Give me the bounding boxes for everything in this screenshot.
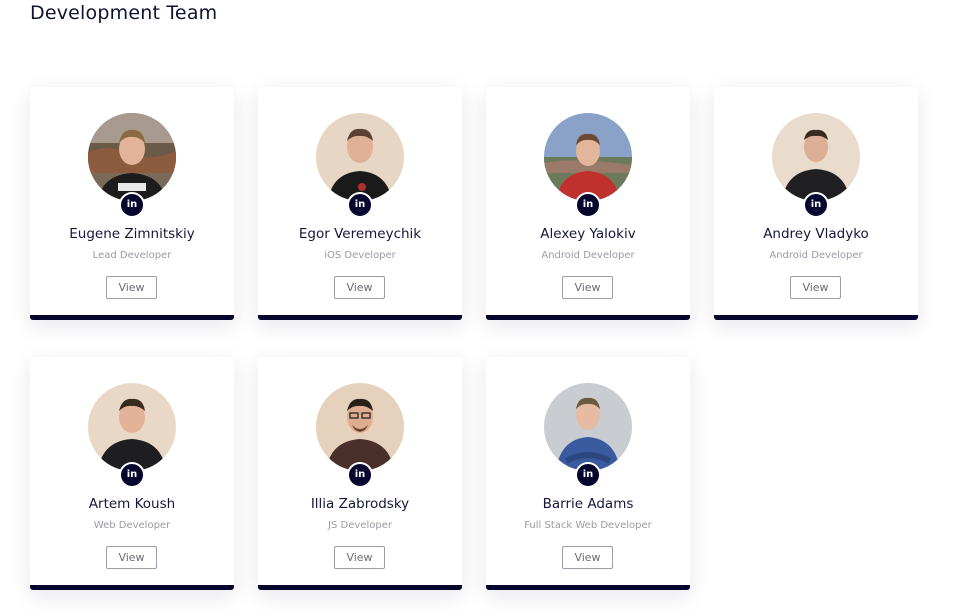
development-team-page: Development Team in Eugene Zimnitskiy Le…: [0, 0, 958, 611]
member-photo: [772, 113, 860, 201]
member-photo: [316, 113, 404, 201]
view-button[interactable]: View: [790, 276, 841, 299]
member-name: Alexey Yalokiv: [540, 226, 636, 242]
member-name: Barrie Adams: [542, 496, 634, 512]
member-name: Egor Veremeychik: [298, 226, 422, 242]
member-name: Illia Zabrodsky: [310, 496, 410, 512]
linkedin-icon[interactable]: in: [119, 192, 145, 218]
member-role: iOS Developer: [324, 250, 396, 261]
member-role: Android Developer: [769, 250, 863, 261]
team-card: in Egor Veremeychik iOS Developer View: [258, 87, 462, 320]
member-role: Lead Developer: [92, 250, 172, 261]
member-photo: [544, 383, 632, 471]
team-card: in Barrie Adams Full Stack Web Developer…: [486, 357, 690, 590]
member-photo: [88, 113, 176, 201]
linkedin-icon[interactable]: in: [575, 192, 601, 218]
team-card: in Eugene Zimnitskiy Lead Developer View: [30, 87, 234, 320]
team-card: in Illia Zabrodsky JS Developer View: [258, 357, 462, 590]
view-button[interactable]: View: [562, 546, 613, 569]
member-role: JS Developer: [328, 520, 392, 531]
linkedin-icon[interactable]: in: [119, 462, 145, 488]
linkedin-icon[interactable]: in: [803, 192, 829, 218]
member-name: Artem Koush: [88, 496, 176, 512]
member-name: Eugene Zimnitskiy: [69, 226, 195, 242]
view-button[interactable]: View: [562, 276, 613, 299]
member-name: Andrey Vladyko: [763, 226, 869, 242]
section-title: Development Team: [30, 2, 218, 24]
member-photo: [544, 113, 632, 201]
linkedin-icon[interactable]: in: [347, 192, 373, 218]
member-photo: [316, 383, 404, 471]
linkedin-icon[interactable]: in: [575, 462, 601, 488]
team-card: in Andrey Vladyko Android Developer View: [714, 87, 918, 320]
member-photo: [88, 383, 176, 471]
team-card: in Alexey Yalokiv Android Developer View: [486, 87, 690, 320]
view-button[interactable]: View: [334, 276, 385, 299]
team-card: in Artem Koush Web Developer View: [30, 357, 234, 590]
view-button[interactable]: View: [106, 276, 157, 299]
view-button[interactable]: View: [106, 546, 157, 569]
member-role: Web Developer: [93, 520, 171, 531]
view-button[interactable]: View: [334, 546, 385, 569]
linkedin-icon[interactable]: in: [347, 462, 373, 488]
member-role: Android Developer: [541, 250, 635, 261]
member-role: Full Stack Web Developer: [524, 520, 652, 531]
